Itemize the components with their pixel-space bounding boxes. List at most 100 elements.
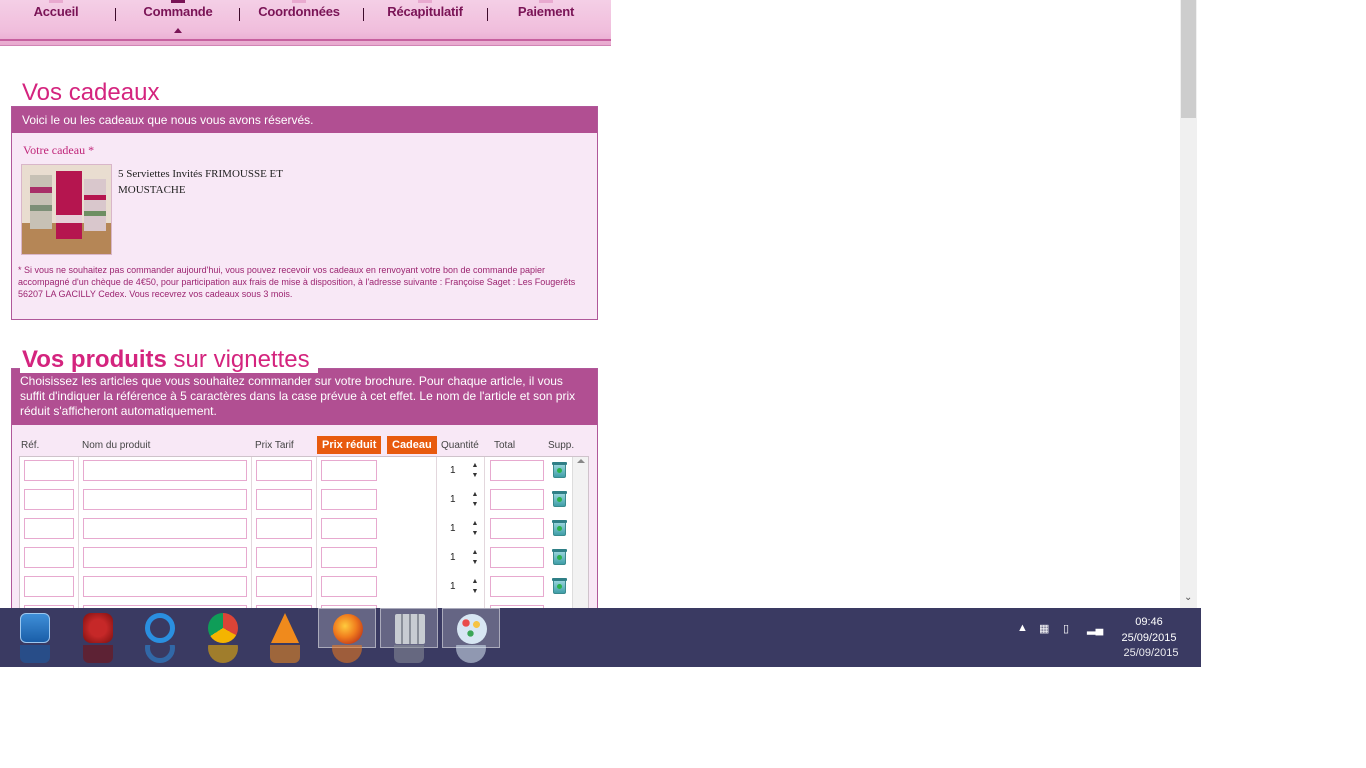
delete-row-icon[interactable] — [552, 578, 567, 594]
reduced-price-input[interactable] — [321, 576, 377, 597]
products-title-bold: Vos produits — [22, 346, 167, 373]
taskbar-paint[interactable] — [442, 608, 500, 648]
total-input[interactable] — [490, 518, 544, 539]
taskbar-vlc[interactable] — [256, 608, 314, 648]
step-label: Récapitulatif — [387, 4, 463, 19]
quantity-value[interactable]: 1 — [450, 465, 456, 476]
taskbar-clock[interactable]: 09:46 25/09/2015 — [1112, 614, 1186, 646]
step-marker — [171, 0, 185, 3]
col-header-ref: Réf. — [21, 440, 40, 451]
step-separator — [363, 8, 364, 21]
ref-input[interactable] — [24, 489, 74, 510]
price-input[interactable] — [256, 576, 312, 597]
gift-product-image — [21, 164, 112, 255]
grid-scrollbar[interactable] — [572, 457, 588, 608]
scroll-up-icon[interactable] — [577, 459, 585, 463]
total-input[interactable] — [490, 547, 544, 568]
quantity-stepper[interactable]: ▲ ▼ — [471, 519, 479, 539]
file-manager-icon — [394, 645, 424, 663]
reduced-price-input[interactable] — [321, 460, 377, 481]
product-name-input[interactable] — [83, 576, 247, 597]
page-scrollbar-thumb[interactable] — [1181, 0, 1196, 118]
step-accueil[interactable]: Accueil — [30, 0, 82, 19]
scroll-down-icon[interactable]: ⌄ — [1184, 592, 1192, 603]
vlc-icon — [271, 613, 299, 643]
taskbar-internet-explorer[interactable] — [131, 608, 189, 648]
battery-icon[interactable]: ▯ — [1063, 622, 1069, 635]
ref-input[interactable] — [24, 547, 74, 568]
product-name-input[interactable] — [83, 460, 247, 481]
windows-flag-icon[interactable]: ▦ — [1039, 622, 1049, 635]
quantity-value[interactable]: 1 — [450, 581, 456, 592]
product-row: 1 ▲ ▼ — [20, 515, 574, 544]
signal-strength-icon[interactable]: ▂▄ — [1087, 622, 1103, 635]
total-input[interactable] — [490, 460, 544, 481]
taskbar-reflection — [318, 645, 376, 663]
ref-input[interactable] — [24, 576, 74, 597]
taskbar-control-panel[interactable] — [6, 608, 64, 648]
ref-input[interactable] — [24, 460, 74, 481]
gifts-footnote: * Si vous ne souhaitez pas commander auj… — [18, 265, 576, 299]
quantity-stepper[interactable]: ▲ ▼ — [471, 490, 479, 510]
col-header-total: Total — [494, 440, 516, 451]
taskbar-firefox[interactable] — [318, 608, 376, 648]
step-marker — [49, 0, 63, 3]
clock-reflection: 25/09/2015 — [1114, 646, 1188, 660]
quantity-value[interactable]: 1 — [450, 523, 456, 534]
control-panel-icon — [20, 613, 50, 643]
step-coordonnees[interactable]: Coordonnées — [256, 0, 342, 19]
product-name-input[interactable] — [83, 518, 247, 539]
ref-input[interactable] — [24, 518, 74, 539]
quantity-stepper[interactable]: ▲ ▼ — [471, 461, 479, 481]
products-intro: Choisissez les articles que vous souhait… — [12, 369, 597, 425]
col-header-reduced-price: Prix réduit — [317, 436, 382, 454]
reduced-price-input[interactable] — [321, 489, 377, 510]
products-panel: Choisissez les articles que vous souhait… — [11, 368, 598, 608]
total-input[interactable] — [490, 489, 544, 510]
product-name-input[interactable] — [83, 547, 247, 568]
price-input[interactable] — [256, 460, 312, 481]
price-input[interactable] — [256, 518, 312, 539]
taskbar-reflection — [131, 645, 189, 663]
clock-date: 25/09/2015 — [1121, 632, 1177, 644]
browser-viewport: Accueil Commande Coordonnées Récapitulat… — [0, 0, 1200, 608]
taskbar-chrome[interactable] — [194, 608, 252, 648]
step-recapitulatif[interactable]: Récapitulatif — [384, 0, 466, 19]
step-commande[interactable]: Commande — [140, 0, 216, 33]
total-input[interactable] — [490, 576, 544, 597]
taskbar-power[interactable] — [69, 608, 127, 648]
price-input[interactable] — [256, 489, 312, 510]
active-step-caret-icon — [174, 28, 182, 33]
step-label: Commande — [143, 4, 213, 19]
system-tray: ▲ ▦ ▯ ▂▄ — [1015, 622, 1115, 642]
quantity-value[interactable]: 1 — [450, 494, 456, 505]
step-paiement[interactable]: Paiement — [514, 0, 578, 19]
products-title-rest: sur vignettes — [166, 346, 310, 373]
gift-product-name: 5 Serviettes Invités FRIMOUSSE ET MOUSTA… — [118, 168, 283, 196]
product-name-input[interactable] — [83, 489, 247, 510]
reduced-price-input[interactable] — [321, 518, 377, 539]
gifts-intro: Voici le ou les cadeaux que nous vous av… — [12, 107, 597, 133]
delete-row-icon[interactable] — [552, 549, 567, 565]
show-hidden-icons-icon[interactable]: ▲ — [1017, 622, 1028, 634]
step-separator — [115, 8, 116, 21]
delete-row-icon[interactable] — [552, 462, 567, 478]
quantity-stepper[interactable]: ▲ ▼ — [471, 577, 479, 597]
taskbar-reflection — [256, 645, 314, 663]
taskbar-file-manager[interactable] — [380, 608, 438, 648]
delete-row-icon[interactable] — [552, 520, 567, 536]
price-input[interactable] — [256, 547, 312, 568]
gift-label: Votre cadeau * — [23, 143, 95, 157]
step-label: Accueil — [33, 4, 79, 19]
reduced-price-input[interactable] — [321, 547, 377, 568]
delete-row-icon[interactable] — [552, 491, 567, 507]
product-row: 1 ▲ ▼ — [20, 544, 574, 573]
quantity-stepper[interactable]: ▲ ▼ — [471, 548, 479, 568]
step-separator — [487, 8, 488, 21]
control-panel-icon — [20, 645, 50, 663]
taskbar-reflection — [194, 645, 252, 663]
step-separator — [239, 8, 240, 21]
file-manager-icon — [395, 614, 425, 644]
quantity-value[interactable]: 1 — [450, 552, 456, 563]
page-scrollbar[interactable]: ⌄ — [1180, 0, 1197, 608]
